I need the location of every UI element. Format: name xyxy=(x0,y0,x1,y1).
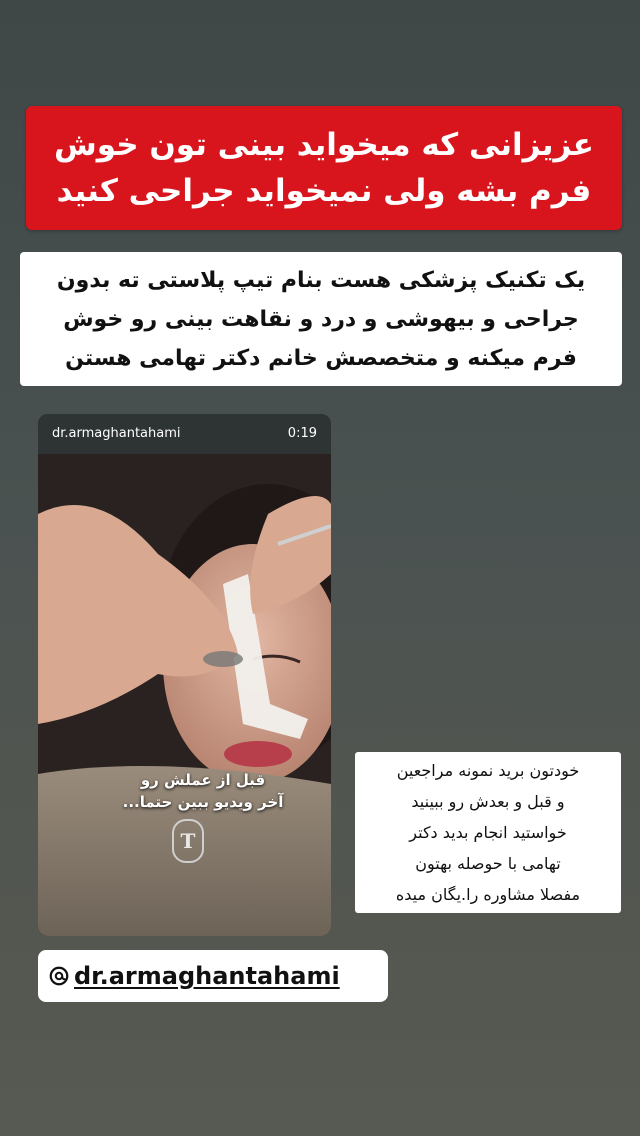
description-box: یک تکنیک پزشکی هست بنام تیپ پلاستی ته بد… xyxy=(20,252,622,386)
description-text: یک تکنیک پزشکی هست بنام تیپ پلاستی ته بد… xyxy=(56,267,586,371)
video-header: dr.armaghantahami 0:19 xyxy=(38,414,331,454)
headline-text: عزیزانی که میخواید بینی تون خوش فرم بشه … xyxy=(53,127,594,209)
note-text: خودتون برید نمونه مراجعین و قبل و بعدش ر… xyxy=(395,761,581,904)
video-thumbnail xyxy=(38,454,331,936)
video-preview[interactable]: dr.armaghantahami 0:19 قبل از عملش رو آخ… xyxy=(38,414,331,936)
video-caption: قبل از عملش رو آخر ویدیو ببین حتما... xyxy=(122,771,284,811)
mention-sticker[interactable]: dr.armaghantahami xyxy=(38,950,388,1002)
mention-handle[interactable]: dr.armaghantahami xyxy=(74,962,340,990)
video-username[interactable]: dr.armaghantahami xyxy=(52,426,181,441)
headline-banner: عزیزانی که میخواید بینی تون خوش فرم بشه … xyxy=(26,106,622,230)
note-box: خودتون برید نمونه مراجعین و قبل و بعدش ر… xyxy=(355,752,621,913)
threads-icon xyxy=(49,966,69,986)
clinic-logo-icon: T xyxy=(172,819,204,863)
video-duration: 0:19 xyxy=(287,426,317,441)
